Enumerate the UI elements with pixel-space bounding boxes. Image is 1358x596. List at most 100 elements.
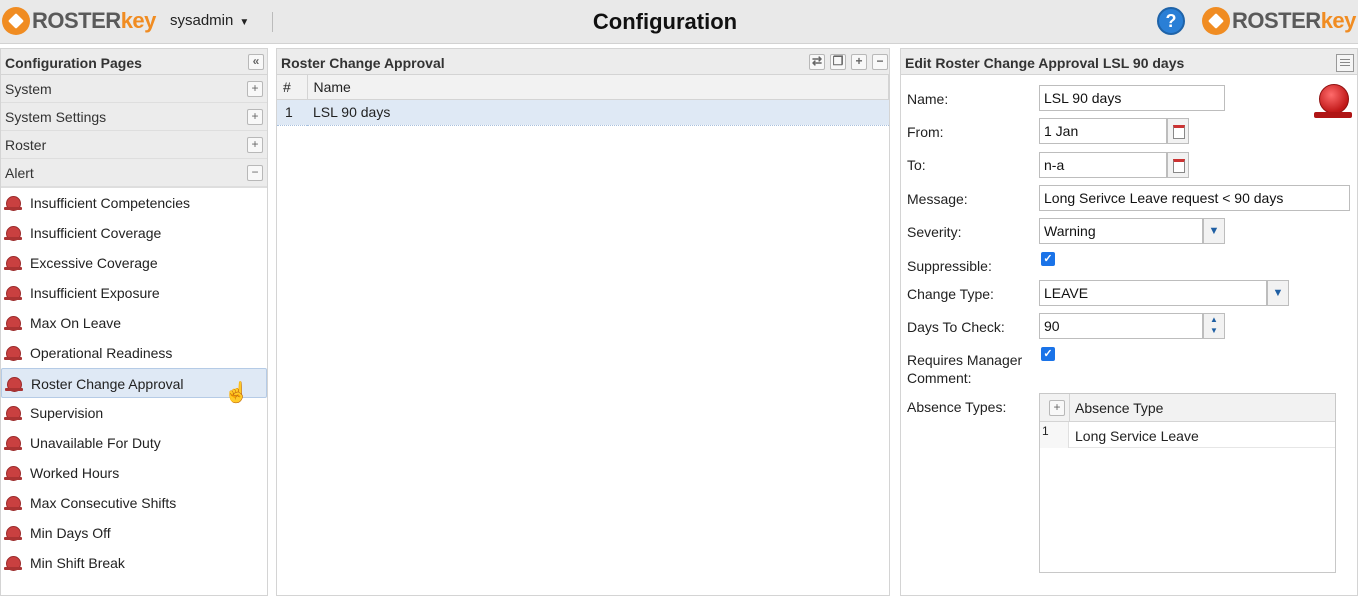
alarm-icon <box>4 555 22 571</box>
sidebar-item-label: Worked Hours <box>30 465 120 481</box>
from-date-field[interactable]: 1 Jan <box>1039 118 1167 144</box>
group-label: Alert <box>5 165 34 181</box>
calendar-icon[interactable] <box>1167 118 1189 144</box>
column-header-absence-type[interactable]: Absence Type <box>1075 400 1163 416</box>
table-row[interactable]: 1 Long Service Leave <box>1040 422 1335 448</box>
sidebar-item-label: Min Days Off <box>30 525 111 541</box>
duplicate-icon[interactable]: ❐ <box>830 54 846 70</box>
from-label: From: <box>907 124 944 140</box>
panel-title: Roster Change Approval <box>281 55 445 71</box>
table-row[interactable]: 1 LSL 90 days <box>277 98 889 126</box>
chevron-down-icon[interactable]: ▼ <box>1267 280 1289 306</box>
suppressible-label: Suppressible: <box>907 258 992 274</box>
alarm-icon <box>4 315 22 331</box>
alarm-icon <box>4 495 22 511</box>
chevron-down-icon[interactable]: ▼ <box>1203 218 1225 244</box>
days-to-check-label: Days To Check: <box>907 319 1005 335</box>
to-date-field[interactable]: n-a <box>1039 152 1167 178</box>
page-title: Configuration <box>592 9 738 34</box>
group-label: System Settings <box>5 109 107 125</box>
severity-label: Severity: <box>907 224 962 240</box>
sidebar-item-label: Insufficient Competencies <box>30 195 191 211</box>
sidebar-item-insufficient-coverage[interactable]: Insufficient Coverage <box>1 218 267 248</box>
change-type-label: Change Type: <box>907 286 994 302</box>
top-bar: ROSTERkey sysadmin ▼ Configuration ? ROST… <box>0 0 1358 44</box>
sidebar-item-min-shift-break[interactable]: Min Shift Break <box>1 548 267 578</box>
roster-change-approval-panel: Roster Change Approval ⇄ ❐ + − # Name 1 … <box>276 48 890 596</box>
rosterkey-logo-right: ROSTERkey <box>1202 6 1356 36</box>
name-field[interactable]: LSL 90 days <box>1039 85 1225 111</box>
name-label: Name: <box>907 91 949 107</box>
days-to-check-field[interactable]: 90 <box>1039 313 1203 339</box>
sidebar-item-unavailable-for-duty[interactable]: Unavailable For Duty <box>1 428 267 458</box>
sidebar-item-max-on-leave[interactable]: Max On Leave <box>1 308 267 338</box>
requires-manager-label-2: Comment: <box>907 370 972 386</box>
sidebar-item-label: Min Shift Break <box>30 555 125 571</box>
panel-title: Configuration Pages <box>5 55 142 71</box>
configuration-pages-panel: Configuration Pages « System + System Sett… <box>0 48 268 596</box>
group-system[interactable]: System + <box>1 75 267 103</box>
panel-title: Edit Roster Change Approval LSL 90 days <box>905 55 1185 71</box>
suppressible-checkbox[interactable]: ✓ <box>1041 252 1055 266</box>
help-icon[interactable]: ? <box>1157 7 1185 35</box>
sidebar-item-operational-readiness[interactable]: Operational Readiness <box>1 338 267 368</box>
sidebar-item-label: Roster Change Approval <box>31 376 184 392</box>
panel-header: Configuration Pages « <box>1 49 267 75</box>
panel-header: Edit Roster Change Approval LSL 90 days <box>901 49 1357 75</box>
expand-icon[interactable]: + <box>247 81 263 97</box>
change-type-select[interactable]: LEAVE <box>1039 280 1267 306</box>
requires-manager-comment-checkbox[interactable]: ✓ <box>1041 347 1055 361</box>
absence-types-label: Absence Types: <box>907 399 1007 415</box>
absence-types-grid: + Absence Type 1 Long Service Leave <box>1039 393 1336 573</box>
approval-table: # Name 1 LSL 90 days <box>277 75 889 126</box>
column-header-num[interactable]: # <box>277 75 308 100</box>
group-alert[interactable]: Alert − <box>1 159 267 187</box>
panel-header: Roster Change Approval ⇄ ❐ + − <box>277 49 889 75</box>
sidebar-item-label: Insufficient Coverage <box>30 225 162 241</box>
sidebar-item-label: Insufficient Exposure <box>30 285 160 301</box>
requires-manager-label: Requires Manager <box>907 352 1023 368</box>
collapse-panel-icon[interactable]: « <box>248 54 264 70</box>
alarm-icon <box>4 465 22 481</box>
alarm-icon <box>4 405 22 421</box>
expand-icon[interactable]: + <box>247 109 263 125</box>
message-field[interactable]: Long Serivce Leave request < 90 days <box>1039 185 1350 211</box>
group-label: Roster <box>5 137 47 153</box>
group-system-settings[interactable]: System Settings + <box>1 103 267 131</box>
refresh-icon[interactable]: ⇄ <box>809 54 825 70</box>
calendar-icon[interactable] <box>1167 152 1189 178</box>
hand-cursor-icon: ☝ <box>224 382 249 404</box>
sidebar-item-insufficient-exposure[interactable]: Insufficient Exposure <box>1 278 267 308</box>
column-separator <box>1069 394 1070 422</box>
sidebar-item-label: Excessive Coverage <box>30 255 158 271</box>
alarm-icon <box>4 225 22 241</box>
sidebar-item-insufficient-competencies[interactable]: Insufficient Competencies <box>1 188 267 218</box>
alarm-icon <box>4 345 22 361</box>
sidebar-item-max-consecutive-shifts[interactable]: Max Consecutive Shifts <box>1 488 267 518</box>
severity-select[interactable]: Warning <box>1039 218 1203 244</box>
add-icon[interactable]: + <box>1049 400 1065 416</box>
edit-form-icon[interactable] <box>1336 54 1354 72</box>
column-header-name[interactable]: Name <box>307 75 889 100</box>
add-icon[interactable]: + <box>851 54 867 70</box>
logo-mark-icon <box>1202 7 1230 35</box>
sidebar-item-min-days-off[interactable]: Min Days Off <box>1 518 267 548</box>
remove-icon[interactable]: − <box>872 54 888 70</box>
sidebar-item-excessive-coverage[interactable]: Excessive Coverage <box>1 248 267 278</box>
group-label: System <box>5 81 52 97</box>
expand-icon[interactable]: + <box>247 137 263 153</box>
row-number: 1 <box>1042 424 1049 438</box>
group-roster[interactable]: Roster + <box>1 131 267 159</box>
grid-header: + Absence Type <box>1040 394 1335 422</box>
collapse-icon[interactable]: − <box>247 165 263 181</box>
sidebar-item-label: Supervision <box>30 405 104 421</box>
edit-panel: Edit Roster Change Approval LSL 90 days … <box>900 48 1358 596</box>
alarm-icon <box>4 435 22 451</box>
stepper-arrows-icon[interactable]: ▲ ▼ <box>1203 313 1225 339</box>
alarm-icon <box>5 376 23 392</box>
logo-text: ROSTERkey <box>1232 8 1356 33</box>
alarm-icon <box>4 525 22 541</box>
sidebar-item-label: Unavailable For Duty <box>30 435 161 451</box>
sidebar-item-worked-hours[interactable]: Worked Hours <box>1 458 267 488</box>
alarm-bell-icon <box>1314 84 1354 124</box>
